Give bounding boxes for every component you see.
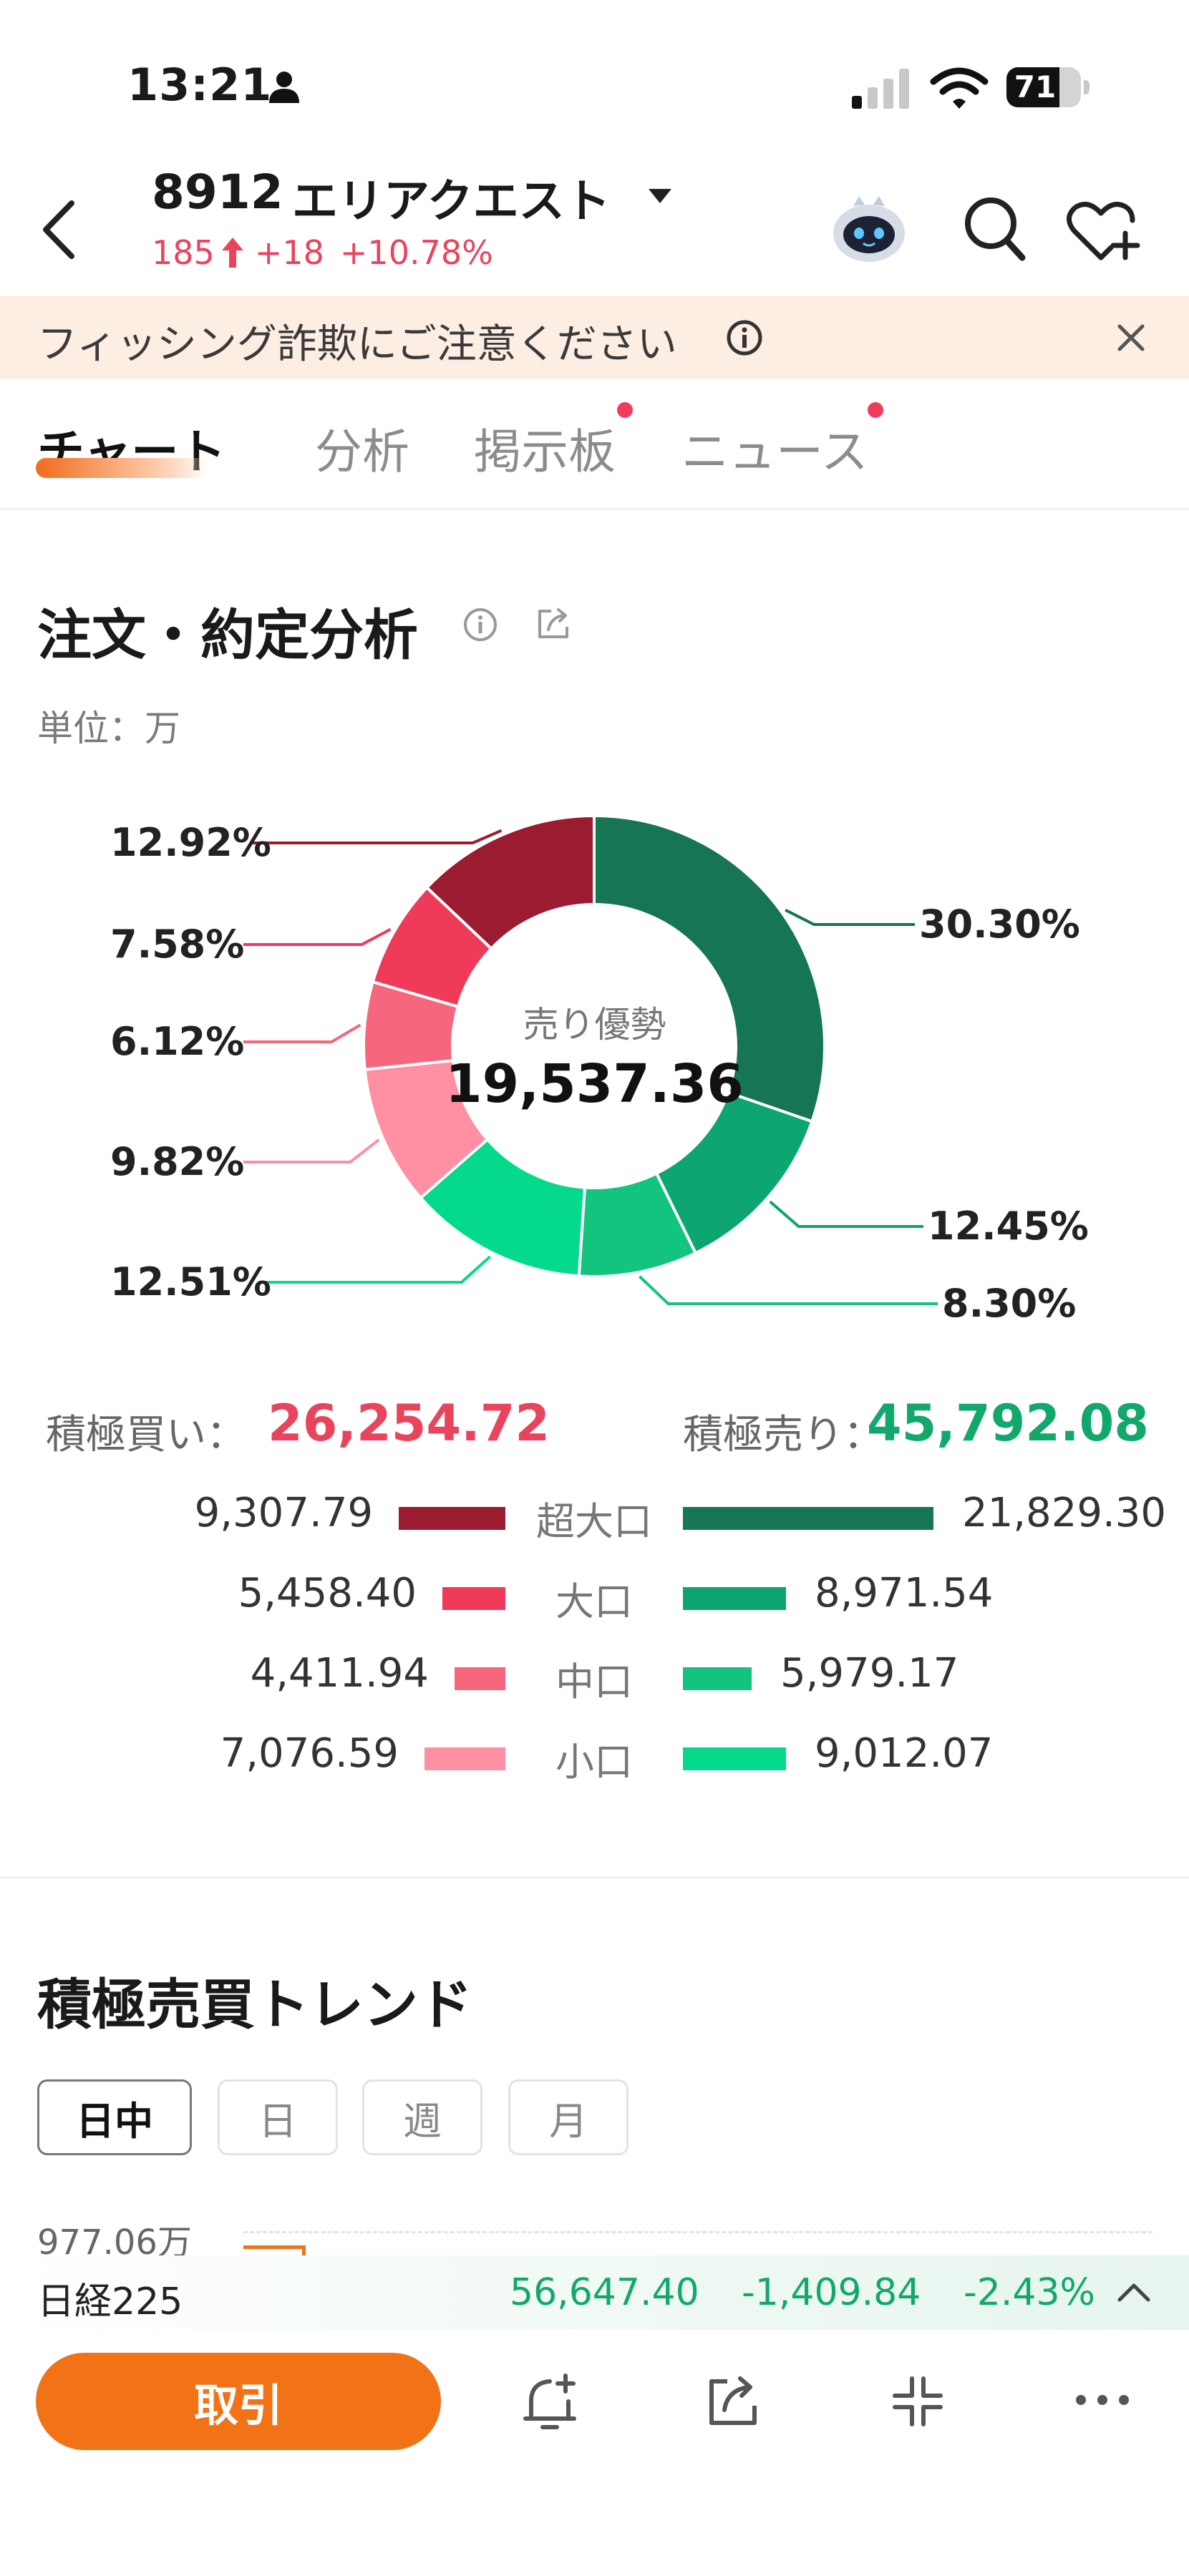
share-icon[interactable] [706, 2374, 760, 2429]
battery-icon: 71 [1006, 67, 1081, 107]
slice-percent-label: 8.30% [942, 1281, 1076, 1326]
leader-line [259, 1255, 492, 1284]
sell-bar [683, 1667, 752, 1690]
active-tab-underline [36, 458, 208, 478]
buy-amount: 7,076.59 [220, 1730, 399, 1777]
buy-amount: 5,458.40 [238, 1570, 417, 1616]
buy-amount: 9,307.79 [194, 1490, 373, 1536]
index-name: 日経225 [37, 2280, 183, 2323]
cellular-signal-icon [852, 69, 909, 109]
robot-assistant-icon[interactable] [832, 193, 906, 265]
sell-bar [683, 1747, 786, 1770]
info-icon[interactable] [462, 607, 498, 643]
sell-amount: 8,971.54 [815, 1570, 994, 1616]
sell-amount: 9,012.07 [815, 1730, 994, 1777]
chevron-up-icon[interactable] [1117, 2281, 1151, 2303]
share-icon[interactable] [535, 607, 571, 641]
collapse-icon[interactable] [892, 2376, 943, 2427]
index-change: -1,409.84 [742, 2271, 921, 2314]
period-intraday-button[interactable]: 日中 [37, 2079, 192, 2155]
sell-bar [683, 1587, 786, 1610]
board-notification-dot [617, 402, 633, 418]
leader-line [243, 1138, 380, 1163]
arrow-up-icon [221, 238, 243, 268]
banner-text: フィッシング詐欺にご注意ください [37, 321, 677, 368]
wifi-icon [930, 67, 989, 109]
tab-message-board[interactable]: 掲示板 [474, 414, 616, 482]
stock-name[interactable]: エリアクエスト [292, 165, 611, 230]
size-label: 小口 [555, 1740, 633, 1785]
trend-gridline [243, 2231, 1152, 2233]
person-icon [269, 72, 299, 103]
size-label: 中口 [555, 1659, 633, 1704]
buy-amount: 4,411.94 [250, 1650, 429, 1697]
active-sell-value: 45,792.08 [866, 1394, 1149, 1453]
chevron-down-icon[interactable] [647, 187, 673, 205]
leader-line [785, 908, 915, 926]
index-change-pct: -2.43% [964, 2271, 1095, 2314]
trade-button[interactable]: 取引 [36, 2353, 441, 2450]
sell-amount: 21,829.30 [962, 1490, 1167, 1536]
battery-level: 71 [1014, 69, 1057, 104]
price-change-pct: +10.78% [339, 233, 493, 272]
active-buy-value: 26,254.72 [268, 1394, 550, 1453]
slice-percent-label: 12.92% [110, 820, 271, 865]
search-icon[interactable] [964, 196, 1027, 262]
close-icon[interactable] [1117, 323, 1145, 352]
donut-center-label: 売り優勢 [523, 1004, 666, 1045]
unit-label: 単位：万 [37, 708, 180, 749]
buy-bar [442, 1587, 505, 1610]
more-options-icon[interactable] [1075, 2394, 1130, 2406]
add-to-watchlist-icon[interactable] [1067, 200, 1141, 262]
stock-code: 8912 [152, 165, 283, 220]
index-price: 56,647.40 [510, 2271, 699, 2314]
sell-amount: 5,979.17 [780, 1650, 959, 1697]
price-line: 185 +18 +10.78% [152, 233, 493, 272]
section-title: 注文・約定分析 [37, 603, 418, 667]
slice-percent-label: 30.30% [919, 902, 1080, 947]
slice-percent-label: 9.82% [110, 1139, 244, 1184]
price-alert-icon[interactable] [521, 2373, 580, 2431]
period-week-button[interactable]: 週 [362, 2079, 482, 2155]
info-icon[interactable] [726, 319, 763, 356]
back-arrow-icon[interactable] [40, 199, 76, 260]
period-month-button[interactable]: 月 [508, 2079, 629, 2155]
active-buy-label: 積極買い： [46, 1412, 246, 1458]
donut-center-value: 19,537.36 [445, 1053, 744, 1115]
status-time: 13:21 [127, 59, 273, 111]
slice-percent-label: 7.58% [110, 922, 244, 967]
tab-analysis[interactable]: 分析 [315, 414, 409, 482]
sell-bar [683, 1507, 933, 1530]
leader-line [769, 1200, 923, 1228]
size-label: 超大口 [536, 1499, 652, 1544]
size-label: 大口 [555, 1579, 633, 1624]
tab-news[interactable]: ニュース [681, 414, 868, 482]
price-change: +18 [254, 233, 324, 272]
period-day-button[interactable]: 日 [218, 2079, 338, 2155]
stock-price: 185 [152, 233, 215, 272]
active-sell-label: 積極売り： [683, 1412, 883, 1458]
buy-bar [399, 1507, 505, 1530]
tabs-divider [0, 508, 1189, 510]
leader-line [243, 928, 392, 946]
slice-percent-label: 12.51% [110, 1259, 271, 1304]
leader-line [252, 829, 503, 844]
leader-line [639, 1275, 938, 1305]
slice-percent-label: 12.45% [928, 1204, 1089, 1249]
news-notification-dot [868, 402, 883, 418]
trend-title: 積極売買トレンド [37, 1973, 472, 2036]
battery-cap [1084, 80, 1089, 94]
section-divider [0, 1876, 1189, 1878]
buy-bar [455, 1667, 505, 1690]
buy-bar [424, 1747, 505, 1770]
